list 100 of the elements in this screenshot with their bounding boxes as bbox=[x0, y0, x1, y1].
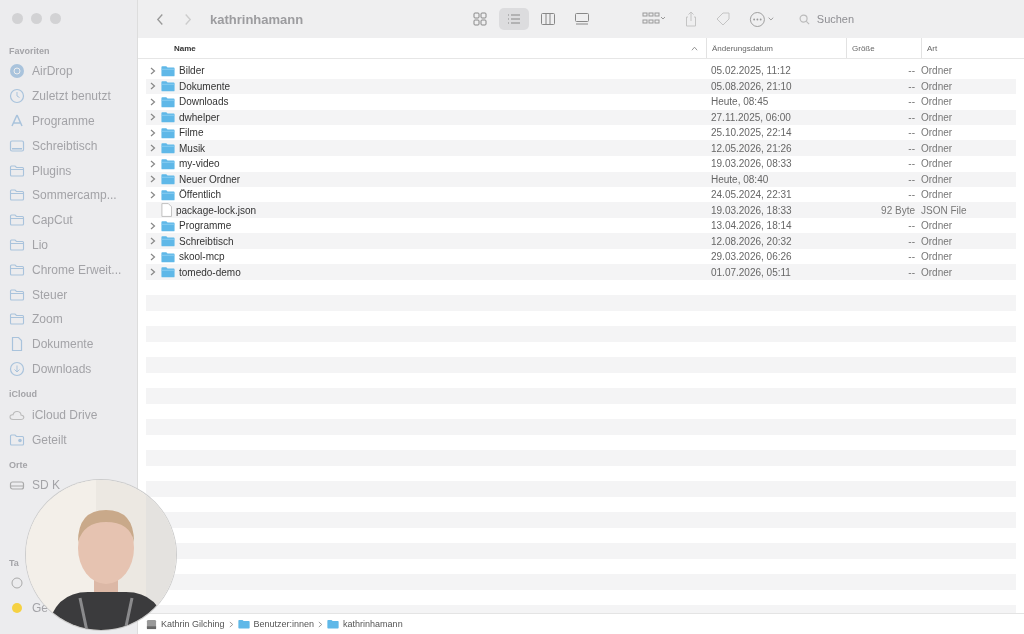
table-cell-text: 25.10.2025, 22:14 bbox=[710, 127, 793, 139]
table-cell-text: Ordner bbox=[921, 251, 954, 263]
table-cell-text: Heute, 08:45 bbox=[710, 96, 770, 108]
table-cell-text: JSON File bbox=[921, 204, 968, 216]
folder-icon bbox=[161, 95, 175, 108]
table-cell-text: 27.11.2025, 06:00 bbox=[710, 111, 792, 123]
file-name[interactable]: tomedo-demo bbox=[179, 266, 241, 278]
folder-icon bbox=[9, 236, 25, 253]
file-name[interactable]: Downloads bbox=[179, 96, 229, 108]
sidebar-section-heading: iCloud bbox=[8, 388, 38, 402]
desktop-icon bbox=[9, 137, 25, 154]
file-name[interactable]: dwhelper bbox=[179, 111, 220, 123]
window-title: kathrinhamann bbox=[210, 11, 305, 27]
grid-view-icon bbox=[473, 12, 487, 26]
table-cell-text: 05.02.2025, 11:12 bbox=[710, 65, 792, 77]
column-header[interactable]: Größe bbox=[846, 38, 921, 58]
download-icon bbox=[9, 360, 25, 377]
table-cell-text: Ordner bbox=[921, 111, 954, 123]
file-name[interactable]: Öffentlich bbox=[179, 189, 222, 201]
document-icon bbox=[9, 336, 25, 353]
table-cell-text: 12.08.2026, 20:32 bbox=[710, 235, 793, 247]
file-name[interactable]: Schreibtisch bbox=[179, 235, 234, 247]
table-cell-text: -- bbox=[907, 80, 916, 92]
path-item[interactable]: Benutzer:innen bbox=[237, 619, 315, 629]
folder-icon bbox=[9, 311, 25, 328]
view-mode-button[interactable] bbox=[498, 8, 529, 30]
table-cell-text: Ordner bbox=[921, 96, 954, 108]
table-cell-text: -- bbox=[907, 142, 916, 154]
folder-icon bbox=[161, 142, 175, 155]
table-cell-text: Ordner bbox=[921, 142, 954, 154]
file-name[interactable]: Bilder bbox=[179, 65, 205, 77]
path-separator-icon bbox=[318, 620, 324, 628]
table-cell-text: 29.03.2026, 06:26 bbox=[710, 251, 793, 263]
table-cell-text: Ordner bbox=[921, 158, 954, 170]
folder-icon bbox=[9, 212, 25, 229]
folder-icon bbox=[237, 619, 250, 629]
table-cell-text: 92 Byte bbox=[880, 204, 916, 216]
sort-caret-icon bbox=[691, 45, 698, 51]
folder-icon bbox=[161, 157, 175, 170]
table-cell-text: Ordner bbox=[921, 80, 954, 92]
table-cell-text: -- bbox=[907, 235, 916, 247]
file-name[interactable]: Filme bbox=[179, 127, 204, 139]
file-name[interactable]: Dokumente bbox=[179, 80, 231, 92]
table-cell-text: -- bbox=[907, 158, 916, 170]
folder-icon bbox=[161, 188, 175, 201]
table-cell-text: -- bbox=[907, 251, 916, 263]
table-cell-text: -- bbox=[907, 220, 916, 232]
columns-view-icon bbox=[540, 13, 555, 25]
folder-icon bbox=[161, 80, 175, 93]
table-cell-text: 01.07.2026, 05:11 bbox=[710, 266, 792, 278]
table-cell-text: 13.04.2026, 18:14 bbox=[710, 220, 793, 232]
file-name[interactable]: Neuer Ordner bbox=[179, 173, 241, 185]
file-name[interactable]: skool-mcp bbox=[179, 251, 225, 263]
table-cell-text: 05.08.2026, 21:10 bbox=[710, 80, 793, 92]
column-header[interactable]: Name bbox=[138, 38, 706, 58]
folder-icon bbox=[161, 173, 175, 186]
sidebar-section-heading: Ta bbox=[8, 556, 20, 570]
table-cell-text: Ordner bbox=[921, 189, 954, 201]
drive-icon bbox=[146, 618, 157, 630]
path-separator-icon bbox=[228, 620, 234, 628]
folder-icon bbox=[9, 286, 25, 303]
table-cell-text: -- bbox=[907, 173, 916, 185]
table-cell-text: Ordner bbox=[921, 173, 954, 185]
file-name[interactable]: Programme bbox=[179, 220, 232, 232]
airdrop-icon bbox=[9, 63, 25, 80]
folder-icon bbox=[9, 162, 25, 179]
chevron-left-icon bbox=[156, 12, 165, 26]
clock-icon bbox=[9, 88, 25, 105]
table-cell-text: -- bbox=[907, 111, 916, 123]
folder-icon bbox=[161, 64, 175, 77]
folder-icon bbox=[9, 261, 25, 278]
tag-circle-icon bbox=[9, 575, 25, 592]
file-icon bbox=[161, 203, 172, 218]
shared-folder-icon bbox=[9, 431, 25, 448]
table-cell-text: Ordner bbox=[921, 65, 954, 77]
folder-icon bbox=[161, 235, 175, 248]
table-cell-text: 19.03.2026, 18:33 bbox=[710, 204, 793, 216]
table-cell-text: 12.05.2026, 21:26 bbox=[710, 142, 793, 154]
table-cell-text: Ordner bbox=[921, 266, 954, 278]
column-header[interactable]: Art bbox=[921, 38, 1024, 58]
file-name[interactable]: my-video bbox=[179, 158, 220, 170]
file-name[interactable]: package-lock.json bbox=[176, 204, 257, 216]
folder-icon bbox=[9, 187, 25, 204]
table-cell-text: Heute, 08:40 bbox=[710, 173, 770, 185]
folder-icon bbox=[161, 266, 175, 279]
path-item[interactable]: kathrinhamann bbox=[327, 619, 403, 629]
column-header[interactable]: Änderungsdatum bbox=[706, 38, 846, 58]
file-name[interactable]: Musik bbox=[179, 142, 206, 154]
table-cell-text: 19.03.2026, 08:33 bbox=[710, 158, 793, 170]
gallery-view-icon bbox=[574, 13, 589, 25]
path-item[interactable]: Kathrin Gilching bbox=[146, 618, 225, 630]
table-cell-text: -- bbox=[907, 65, 916, 77]
sidebar-section-heading: Orte bbox=[8, 458, 29, 472]
folder-icon bbox=[161, 250, 175, 263]
table-cell-text: -- bbox=[907, 127, 916, 139]
search-field[interactable]: Suchen bbox=[814, 12, 969, 26]
table-cell-text: Ordner bbox=[921, 220, 954, 232]
list-view-icon bbox=[507, 14, 521, 24]
chevron-right-icon bbox=[183, 12, 192, 26]
table-cell-text: -- bbox=[907, 96, 916, 108]
